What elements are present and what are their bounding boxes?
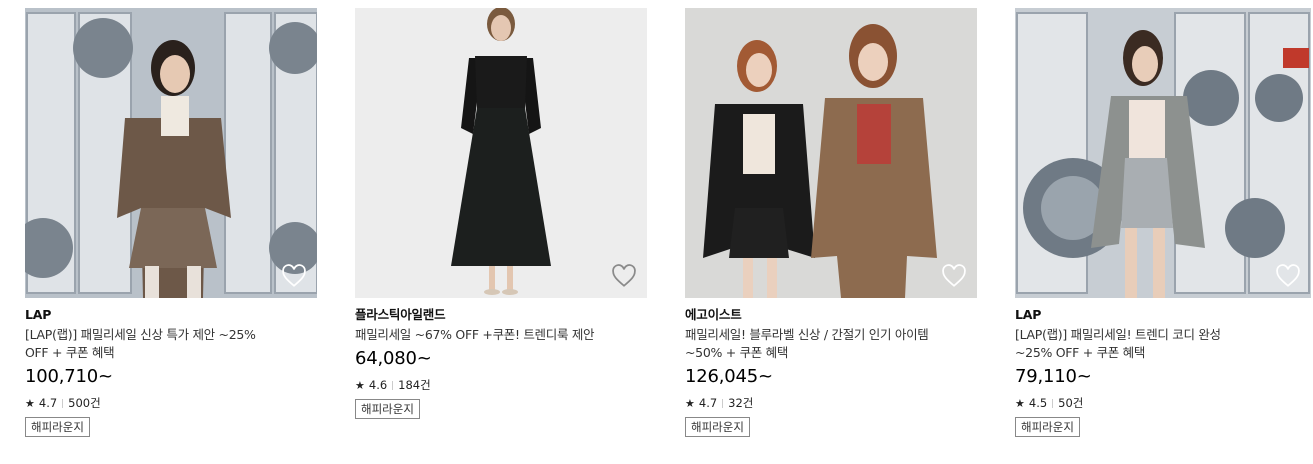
heart-outline-icon[interactable] [281,264,307,288]
rating-row: ★ 4.7 500건 [25,395,317,411]
review-count: 500건 [68,396,101,410]
brand-name[interactable]: 플라스틱아일랜드 [355,307,647,323]
product-price: 100,710~ [25,366,113,387]
product-title[interactable]: 패밀리세일 ~67% OFF +쿠폰! 트렌디룩 제안 [355,326,647,344]
star-icon: ★ [25,396,35,410]
store-badge[interactable]: 해피라운지 [685,417,750,437]
rating-row: ★ 4.6 184건 [355,377,647,393]
product-image[interactable] [685,8,977,298]
review-count: 50건 [1058,396,1084,410]
rating-value: 4.5 [1028,396,1048,410]
product-price: 126,045~ [685,366,773,387]
product-title[interactable]: [LAP(랩)] 패밀리세일 신상 특가 제안 ~25% OFF + 쿠폰 혜택 [25,326,270,362]
product-image[interactable] [1015,8,1311,298]
store-badge[interactable]: 해피라운지 [25,417,90,437]
divider [392,380,394,390]
product-price: 64,080~ [355,348,432,369]
product-card[interactable]: LAP [LAP(랩)] 패밀리세일! 트렌디 코디 완성 ~25% OFF +… [1015,8,1311,437]
rating-value: 4.7 [38,396,58,410]
rating-row: ★ 4.5 50건 [1015,395,1311,411]
heart-outline-icon[interactable] [941,264,967,288]
product-image[interactable] [25,8,317,298]
brand-name[interactable]: LAP [25,307,317,323]
divider [722,398,724,408]
product-card[interactable]: 에고이스트 패밀리세일! 블루라벨 신상 / 간절기 인기 아이템 ~50% +… [685,8,977,437]
product-title[interactable]: [LAP(랩)] 패밀리세일! 트렌디 코디 완성 ~25% OFF + 쿠폰 … [1015,326,1260,362]
heart-outline-icon[interactable] [611,264,637,288]
brand-name[interactable]: LAP [1015,307,1311,323]
rating-value: 4.7 [698,396,718,410]
store-badge[interactable]: 해피라운지 [1015,417,1080,437]
product-price: 79,110~ [1015,366,1092,387]
star-icon: ★ [685,396,695,410]
rating-row: ★ 4.7 32건 [685,395,977,411]
heart-outline-icon[interactable] [1275,264,1301,288]
review-count: 32건 [728,396,754,410]
product-image[interactable] [355,8,647,298]
star-icon: ★ [1015,396,1025,410]
product-card[interactable]: LAP [LAP(랩)] 패밀리세일 신상 특가 제안 ~25% OFF + 쿠… [25,8,317,437]
rating-value: 4.6 [368,378,388,392]
brand-name[interactable]: 에고이스트 [685,307,977,323]
product-card[interactable]: 플라스틱아일랜드 패밀리세일 ~67% OFF +쿠폰! 트렌디룩 제안 64,… [355,8,647,419]
divider [1052,398,1054,408]
product-title[interactable]: 패밀리세일! 블루라벨 신상 / 간절기 인기 아이템 ~50% + 쿠폰 혜택 [685,326,930,362]
divider [62,398,64,408]
review-count: 184건 [398,378,431,392]
star-icon: ★ [355,378,365,392]
store-badge[interactable]: 해피라운지 [355,399,420,419]
